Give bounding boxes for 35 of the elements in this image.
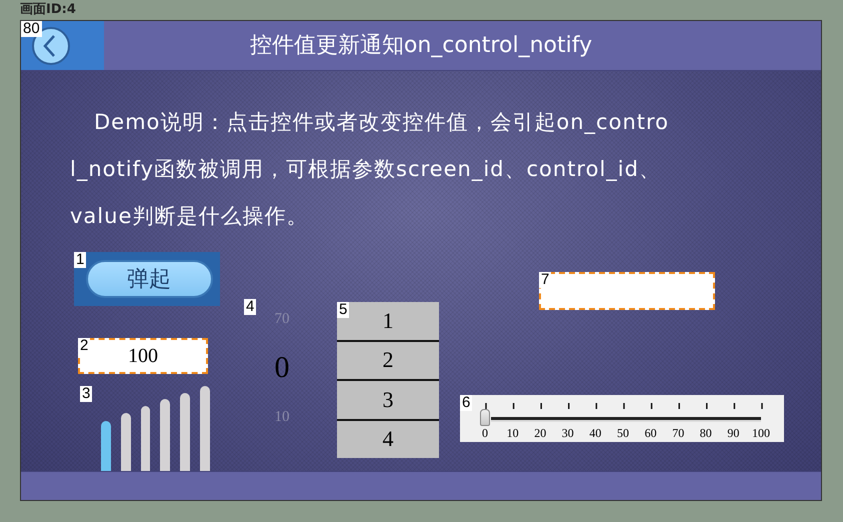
list-item[interactable]: 2	[382, 347, 394, 374]
widget-id-label: 1	[74, 252, 86, 268]
widget-id-label: 7	[539, 272, 552, 288]
widget-id-label: 4	[244, 299, 256, 315]
tick-label: 50	[617, 426, 629, 441]
text-field[interactable]	[539, 272, 715, 310]
widget-id-label: 3	[80, 386, 92, 402]
screen-title: 控件值更新通知on_control_notify	[248, 32, 594, 60]
list-item[interactable]: 3	[382, 386, 394, 413]
meter-bar	[140, 406, 150, 471]
meter-bar	[160, 399, 170, 471]
tick-label: 10	[506, 426, 519, 441]
tick-label: 20	[534, 426, 546, 441]
popup-button[interactable]: 弹起	[86, 260, 212, 298]
slider-thumb[interactable]	[480, 409, 490, 426]
widget-id-label: 6	[460, 395, 472, 411]
widget-id-label: 5	[337, 302, 350, 318]
tick-label: 40	[589, 426, 602, 441]
canvas-label: 画面ID:4	[19, 1, 77, 19]
list-item[interactable]: 1	[382, 308, 394, 334]
description-text: value判断是什么操作。	[70, 203, 310, 230]
tick-label: 90	[727, 426, 740, 441]
list-item[interactable]: 4	[382, 426, 394, 452]
tick-label: 60	[644, 426, 657, 441]
tick-label: 100	[752, 426, 770, 441]
tick-label: 70	[672, 426, 684, 441]
meter-bar	[120, 413, 131, 471]
widget-id-label: 2	[78, 338, 90, 354]
tick-label: 0	[482, 426, 488, 441]
tick-label: 30	[562, 426, 574, 441]
tick-label: 80	[700, 426, 712, 441]
description-text: l_notify函数被调用，可根据参数screen_id、control_id、	[70, 156, 662, 183]
back-button[interactable]: 80	[21, 21, 104, 70]
description-text: Demo说明：点击控件或者改变控件值，会引起on_contro	[93, 109, 670, 136]
widget-id-label: 80	[21, 21, 42, 37]
